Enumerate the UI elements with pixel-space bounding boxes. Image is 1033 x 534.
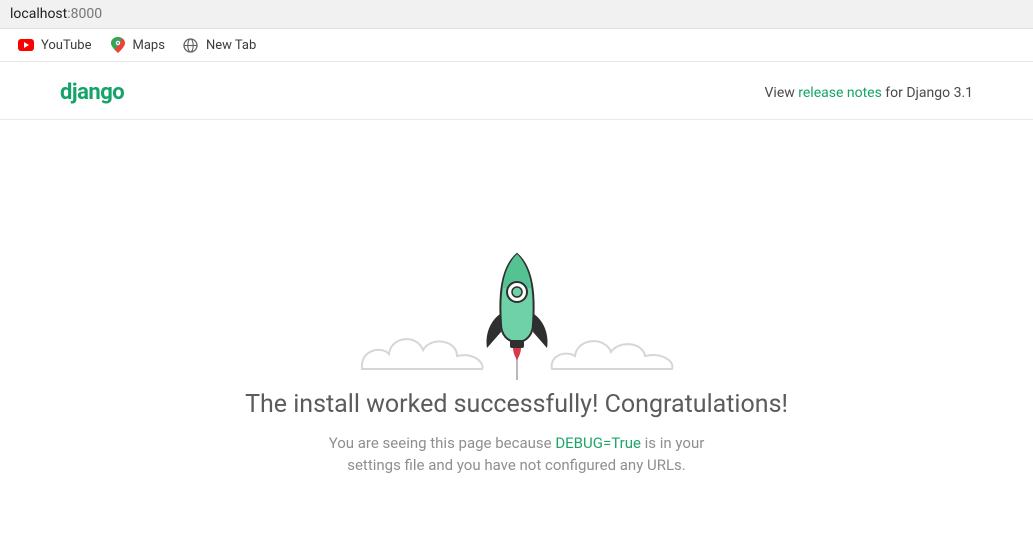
maps-icon — [110, 37, 126, 53]
youtube-icon — [18, 37, 34, 53]
bookmark-label: Maps — [133, 38, 165, 53]
headline: The install worked successfully! Congrat… — [0, 390, 1033, 419]
url-port: :8000 — [67, 6, 102, 22]
bookmark-newtab[interactable]: New Tab — [183, 37, 256, 53]
bookmark-label: New Tab — [206, 38, 256, 53]
release-notes-link[interactable]: release notes — [798, 85, 882, 101]
url-host: localhost — [10, 6, 67, 22]
subtext: You are seeing this page because DEBUG=T… — [307, 433, 727, 477]
django-logo: django — [60, 80, 124, 105]
debug-flag: DEBUG=True — [555, 434, 641, 452]
release-prefix: View — [765, 85, 799, 101]
subtext-part1: You are seeing this page because — [329, 434, 556, 452]
bookmarks-bar: YouTube Maps New Tab — [0, 29, 1033, 62]
bookmark-maps[interactable]: Maps — [110, 37, 165, 53]
globe-icon — [183, 37, 199, 53]
rocket-illustration — [357, 230, 677, 380]
rocket-icon — [483, 252, 551, 362]
release-notes-text: View release notes for Django 3.1 — [765, 85, 973, 101]
bookmark-youtube[interactable]: YouTube — [18, 37, 92, 53]
bookmark-label: YouTube — [41, 38, 92, 53]
address-bar[interactable]: localhost:8000 — [0, 0, 1033, 29]
page-header: django View release notes for Django 3.1 — [0, 62, 1033, 120]
release-suffix: for Django 3.1 — [882, 85, 973, 101]
welcome-main: The install worked successfully! Congrat… — [0, 120, 1033, 477]
cloud-icon — [547, 324, 677, 370]
cloud-icon — [357, 324, 487, 370]
